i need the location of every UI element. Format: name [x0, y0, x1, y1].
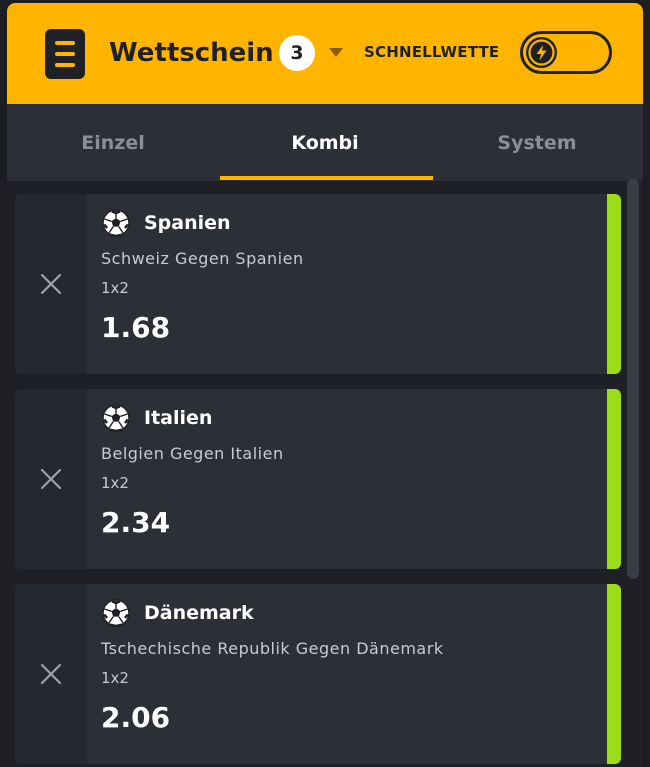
status-bar [607, 584, 621, 764]
menu-button[interactable] [45, 29, 85, 79]
bet-match: Tschechische Republik Gegen Dänemark [101, 639, 444, 658]
football-icon [102, 404, 130, 433]
tab-einzel[interactable]: Einzel [7, 104, 219, 181]
bet-market: 1x2 [101, 474, 129, 492]
betslip-panel: Wettschein 3 SCHNELLWETTE Einzel Kombi S… [7, 3, 643, 767]
bet-card: Italien Belgien Gegen Italien 1x2 2.34 [15, 389, 621, 569]
football-icon [102, 599, 130, 628]
bet-card: Dänemark Tschechische Republik Gegen Dän… [15, 584, 621, 764]
bet-selection: Dänemark [144, 602, 254, 624]
status-bar [607, 194, 621, 374]
betslip-title: Wettschein [109, 38, 274, 68]
bet-match: Schweiz Gegen Spanien [101, 249, 304, 268]
bet-odds: 2.06 [101, 701, 171, 734]
remove-bet-button[interactable] [15, 389, 87, 569]
scrollbar[interactable] [627, 179, 639, 579]
close-icon [40, 468, 62, 490]
bet-selection: Italien [144, 407, 213, 429]
quick-bet-label: SCHNELLWETTE [364, 43, 500, 61]
bet-odds: 1.68 [101, 311, 171, 344]
bet-market: 1x2 [101, 279, 129, 297]
bet-odds: 2.34 [101, 506, 171, 539]
chevron-down-icon[interactable] [329, 48, 343, 57]
close-icon [40, 273, 62, 295]
bet-type-tabs: Einzel Kombi System [7, 104, 643, 181]
lightning-icon [526, 37, 557, 68]
close-icon [40, 663, 62, 685]
betslip-header: Wettschein 3 SCHNELLWETTE [7, 3, 643, 104]
bet-match: Belgien Gegen Italien [101, 444, 284, 463]
menu-icon-line [55, 52, 75, 56]
tab-kombi[interactable]: Kombi [219, 104, 431, 181]
tab-system[interactable]: System [431, 104, 643, 181]
bet-selection: Spanien [144, 212, 231, 234]
menu-icon-line [55, 63, 75, 67]
active-tab-indicator [220, 176, 433, 180]
quick-bet-toggle[interactable] [520, 31, 612, 74]
status-bar [607, 389, 621, 569]
bet-card: Spanien Schweiz Gegen Spanien 1x2 1.68 [15, 194, 621, 374]
menu-icon [55, 41, 75, 45]
bet-count-badge: 3 [279, 35, 315, 71]
remove-bet-button[interactable] [15, 194, 87, 374]
remove-bet-button[interactable] [15, 584, 87, 764]
football-icon [102, 209, 130, 238]
bet-market: 1x2 [101, 669, 129, 687]
